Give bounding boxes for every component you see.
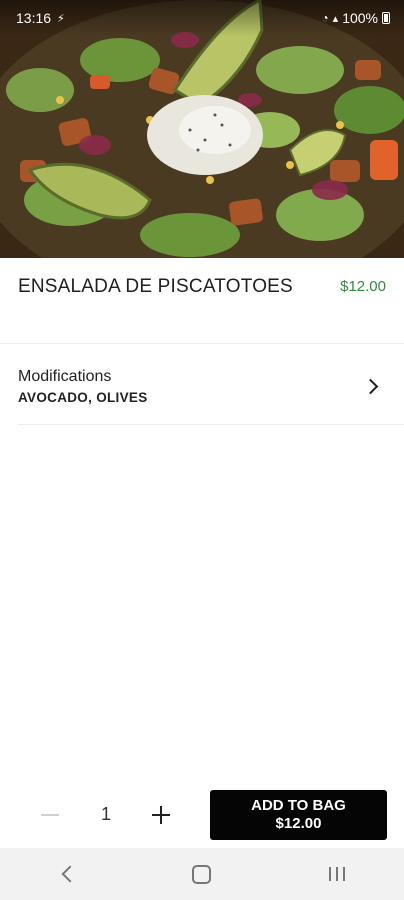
wifi-icon: ◔ <box>321 11 329 25</box>
modifications-row[interactable]: Modifications AVOCADO, OLIVES <box>18 362 386 410</box>
salad-photo <box>0 0 404 258</box>
increase-quantity-button[interactable] <box>150 802 172 828</box>
nav-home-button[interactable] <box>172 854 232 894</box>
item-price: $12.00 <box>340 278 386 295</box>
modifications-label: Modifications <box>18 367 112 385</box>
nav-back-button[interactable] <box>37 854 97 894</box>
charging-bolt-icon: ⚡ <box>57 12 65 25</box>
modifications-text: Modifications AVOCADO, OLIVES <box>18 368 148 405</box>
chevron-right-icon <box>362 378 379 394</box>
battery-percent: 100% <box>342 10 378 26</box>
status-bar: 13:16 ⚡ ◔ ▴ 100% <box>0 0 404 36</box>
add-to-bag-price: $12.00 <box>275 815 322 832</box>
decrease-quantity-button[interactable] <box>38 800 62 830</box>
minus-icon <box>41 814 59 816</box>
status-time: 13:16 <box>16 10 52 26</box>
divider <box>18 424 404 425</box>
nav-recents-button[interactable] <box>307 854 367 894</box>
recents-icon <box>328 867 345 881</box>
add-to-bag-label: ADD TO BAG <box>251 797 346 814</box>
item-header: ENSALADA DE PISCATOTOES $12.00 <box>18 276 386 298</box>
system-nav-bar <box>0 848 404 900</box>
item-title: ENSALADA DE PISCATOTOES <box>18 276 293 297</box>
quantity-value: 1 <box>100 804 111 824</box>
modifications-value: AVOCADO, OLIVES <box>18 389 148 405</box>
action-bar: 1 ADD TO BAG $12.00 <box>0 786 404 844</box>
divider <box>0 343 404 344</box>
add-to-bag-button[interactable]: ADD TO BAG $12.00 <box>210 790 387 840</box>
signal-icon: ▴ <box>332 12 339 25</box>
hero-image <box>0 0 404 258</box>
home-icon <box>192 864 212 884</box>
back-icon <box>61 865 79 883</box>
battery-icon <box>382 12 390 24</box>
